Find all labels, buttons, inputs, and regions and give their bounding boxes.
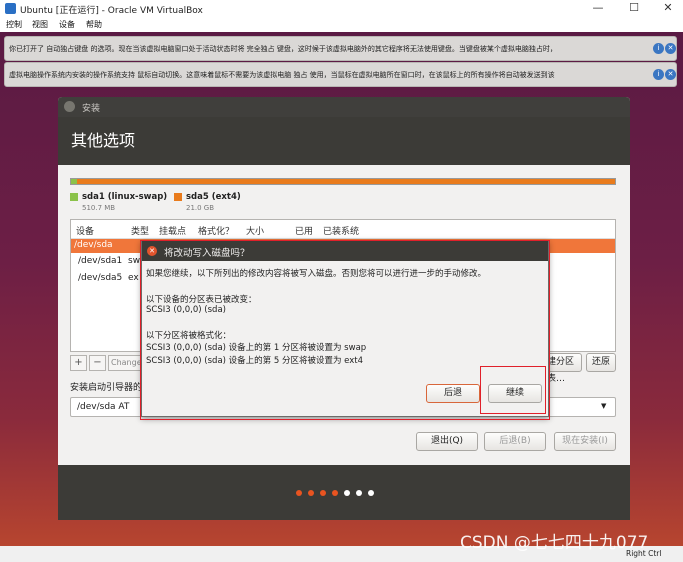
menu-help[interactable]: 帮助	[86, 19, 102, 30]
keyboard-capture-notice: 你已打开了 自动独占键盘 的选项。现在当该虚拟电脑窗口处于活动状态时将 完全独占…	[4, 36, 677, 61]
menu-devices[interactable]: 设备	[59, 19, 75, 30]
highlight-frame-continue	[480, 366, 546, 414]
progress-dot	[344, 490, 350, 496]
progress-dot	[368, 490, 374, 496]
legend-label-ext4: sda5 (ext4)	[186, 192, 241, 202]
mouse-integration-notice: 虚拟电脑操作系统内安装的操作系统支持 鼠标自动切换。这意味着鼠标不需要为该虚拟电…	[4, 62, 677, 87]
close-button[interactable]: ✕	[651, 0, 683, 17]
row-device[interactable]: /dev/sda5	[78, 273, 122, 283]
revert-button[interactable]: 还原	[586, 353, 616, 372]
notice-text: 你已打开了 自动独占键盘 的选项。现在当该虚拟电脑窗口处于活动状态时将 完全独占…	[9, 45, 557, 53]
notice-info-icon[interactable]: i	[653, 69, 664, 80]
column-header: 已用	[295, 227, 314, 237]
notice-close-icon[interactable]: ✕	[665, 69, 676, 80]
menu-control[interactable]: 控制	[6, 19, 22, 30]
notice-info-icon[interactable]: i	[653, 43, 664, 54]
column-header: 格式化？	[198, 227, 235, 237]
column-header: 大小	[246, 227, 265, 237]
progress-dot	[308, 490, 314, 496]
bootloader-value: /dev/sda AT	[77, 402, 130, 412]
page-title: 其他选项	[71, 131, 136, 150]
column-header: 类型	[131, 227, 150, 237]
progress-dot	[320, 490, 326, 496]
legend-size-ext4: 21.0 GB	[186, 204, 215, 212]
window-titlebar: Ubuntu [正在运行] - Oracle VM VirtualBox — ☐…	[0, 0, 683, 17]
column-header: 已装系统	[323, 227, 360, 237]
row-type: sw	[128, 256, 141, 266]
remove-partition-button[interactable]: −	[89, 355, 106, 371]
maximize-button[interactable]: ☐	[617, 0, 651, 17]
legend-swatch-swap	[70, 193, 78, 201]
chevron-down-icon: ▼	[601, 402, 607, 410]
menu-bar: 控制 视图 设备 帮助	[0, 17, 683, 32]
notice-text: 虚拟电脑操作系统内安装的操作系统支持 鼠标自动切换。这意味着鼠标不需要为该虚拟电…	[9, 71, 555, 79]
legend-swatch-ext4	[174, 193, 182, 201]
legend-label-swap: sda1 (linux-swap)	[82, 192, 168, 202]
column-header: 设备	[76, 227, 95, 237]
menu-view[interactable]: 视图	[32, 19, 48, 30]
notice-close-icon[interactable]: ✕	[665, 43, 676, 54]
installer-titlebar: 安装	[58, 97, 630, 117]
row-type: ex	[128, 273, 139, 283]
progress-dot	[332, 490, 338, 496]
row-device[interactable]: /dev/sda1	[78, 256, 122, 266]
minimize-button[interactable]: —	[581, 0, 615, 17]
column-header: 挂载点	[159, 227, 187, 237]
quit-button[interactable]: 退出(Q)	[416, 432, 478, 451]
installer-title: 安装	[82, 104, 101, 114]
back-button[interactable]: 后退(B)	[484, 432, 546, 451]
partition-bar-swap	[71, 179, 77, 184]
legend-size-swap: 510.7 MB	[82, 204, 116, 212]
progress-dot	[356, 490, 362, 496]
row-device: /dev/sda	[74, 240, 113, 250]
window-title: Ubuntu [正在运行] - Oracle VM VirtualBox	[20, 6, 203, 16]
progress-dot	[296, 490, 302, 496]
installer-close-icon[interactable]	[64, 101, 75, 112]
add-partition-button[interactable]: +	[70, 355, 87, 371]
partition-bar	[70, 178, 616, 185]
installer-header: 其他选项	[58, 117, 630, 165]
virtualbox-icon	[5, 3, 16, 14]
install-now-button[interactable]: 现在安装(I)	[554, 432, 616, 451]
watermark: CSDN @七七四十九077	[460, 533, 649, 553]
